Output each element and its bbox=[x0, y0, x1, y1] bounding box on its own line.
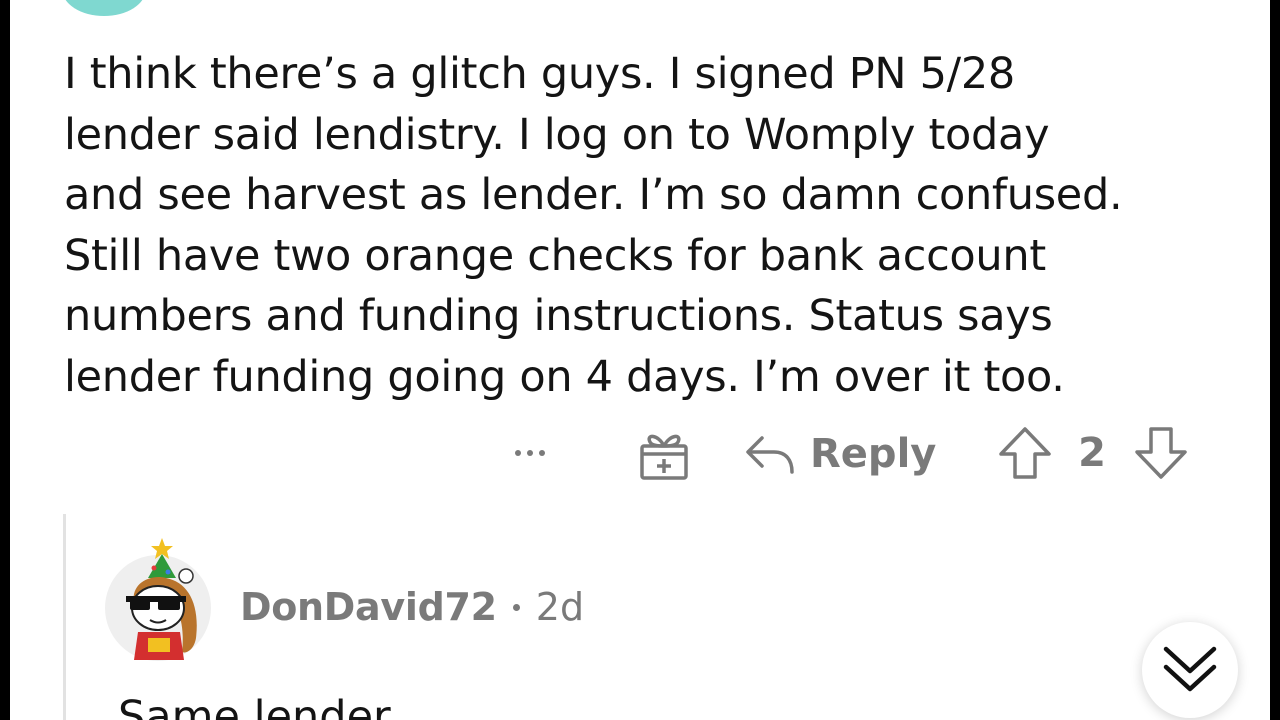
comment-line: lender said lendistry. I log on to Wompl… bbox=[64, 109, 1050, 160]
more-horizontal-icon bbox=[539, 450, 545, 456]
reply-button[interactable]: Reply bbox=[744, 428, 936, 480]
comment-action-bar: Reply 2 bbox=[0, 420, 1280, 490]
arrow-up-icon[interactable] bbox=[996, 424, 1054, 482]
reddit-comment-screen: I think there’s a glitch guys. I signed … bbox=[0, 0, 1280, 720]
vote-count: 2 bbox=[1078, 430, 1106, 476]
separator-dot bbox=[512, 603, 520, 611]
comment-line: and see harvest as lender. I’m so damn c… bbox=[64, 170, 1123, 220]
comment-line: numbers and funding instructions. Status… bbox=[64, 291, 1053, 341]
previous-user-avatar[interactable] bbox=[62, 0, 146, 16]
gift-icon[interactable] bbox=[636, 426, 692, 482]
comment-line: I think there’s a glitch guys. I signed … bbox=[64, 49, 1015, 99]
more-horizontal-icon bbox=[527, 450, 533, 456]
reply-arrow-icon bbox=[746, 436, 794, 474]
reply-text: Same lender bbox=[118, 692, 391, 720]
comment-line: lender funding going on 4 days. I’m over… bbox=[64, 351, 1065, 402]
double-chevron-down-icon bbox=[1163, 646, 1217, 692]
scroll-to-next-button[interactable] bbox=[1142, 622, 1238, 718]
reply-author-line: DonDavid72 2d bbox=[240, 582, 584, 632]
timestamp: 2d bbox=[535, 585, 585, 629]
username[interactable]: DonDavid72 bbox=[240, 585, 497, 629]
right-letterbox bbox=[1270, 0, 1280, 720]
arrow-down-icon[interactable] bbox=[1132, 424, 1190, 482]
avatar[interactable] bbox=[104, 534, 212, 662]
comment-line: Still have two orange checks for bank ac… bbox=[64, 230, 1046, 281]
more-options-button[interactable] bbox=[504, 438, 556, 468]
reply-label: Reply bbox=[810, 431, 937, 477]
left-letterbox bbox=[0, 0, 10, 720]
comment-text: I think there’s a glitch guys. I signed … bbox=[64, 44, 1224, 407]
thread-line[interactable] bbox=[63, 514, 66, 720]
more-horizontal-icon bbox=[515, 450, 521, 456]
